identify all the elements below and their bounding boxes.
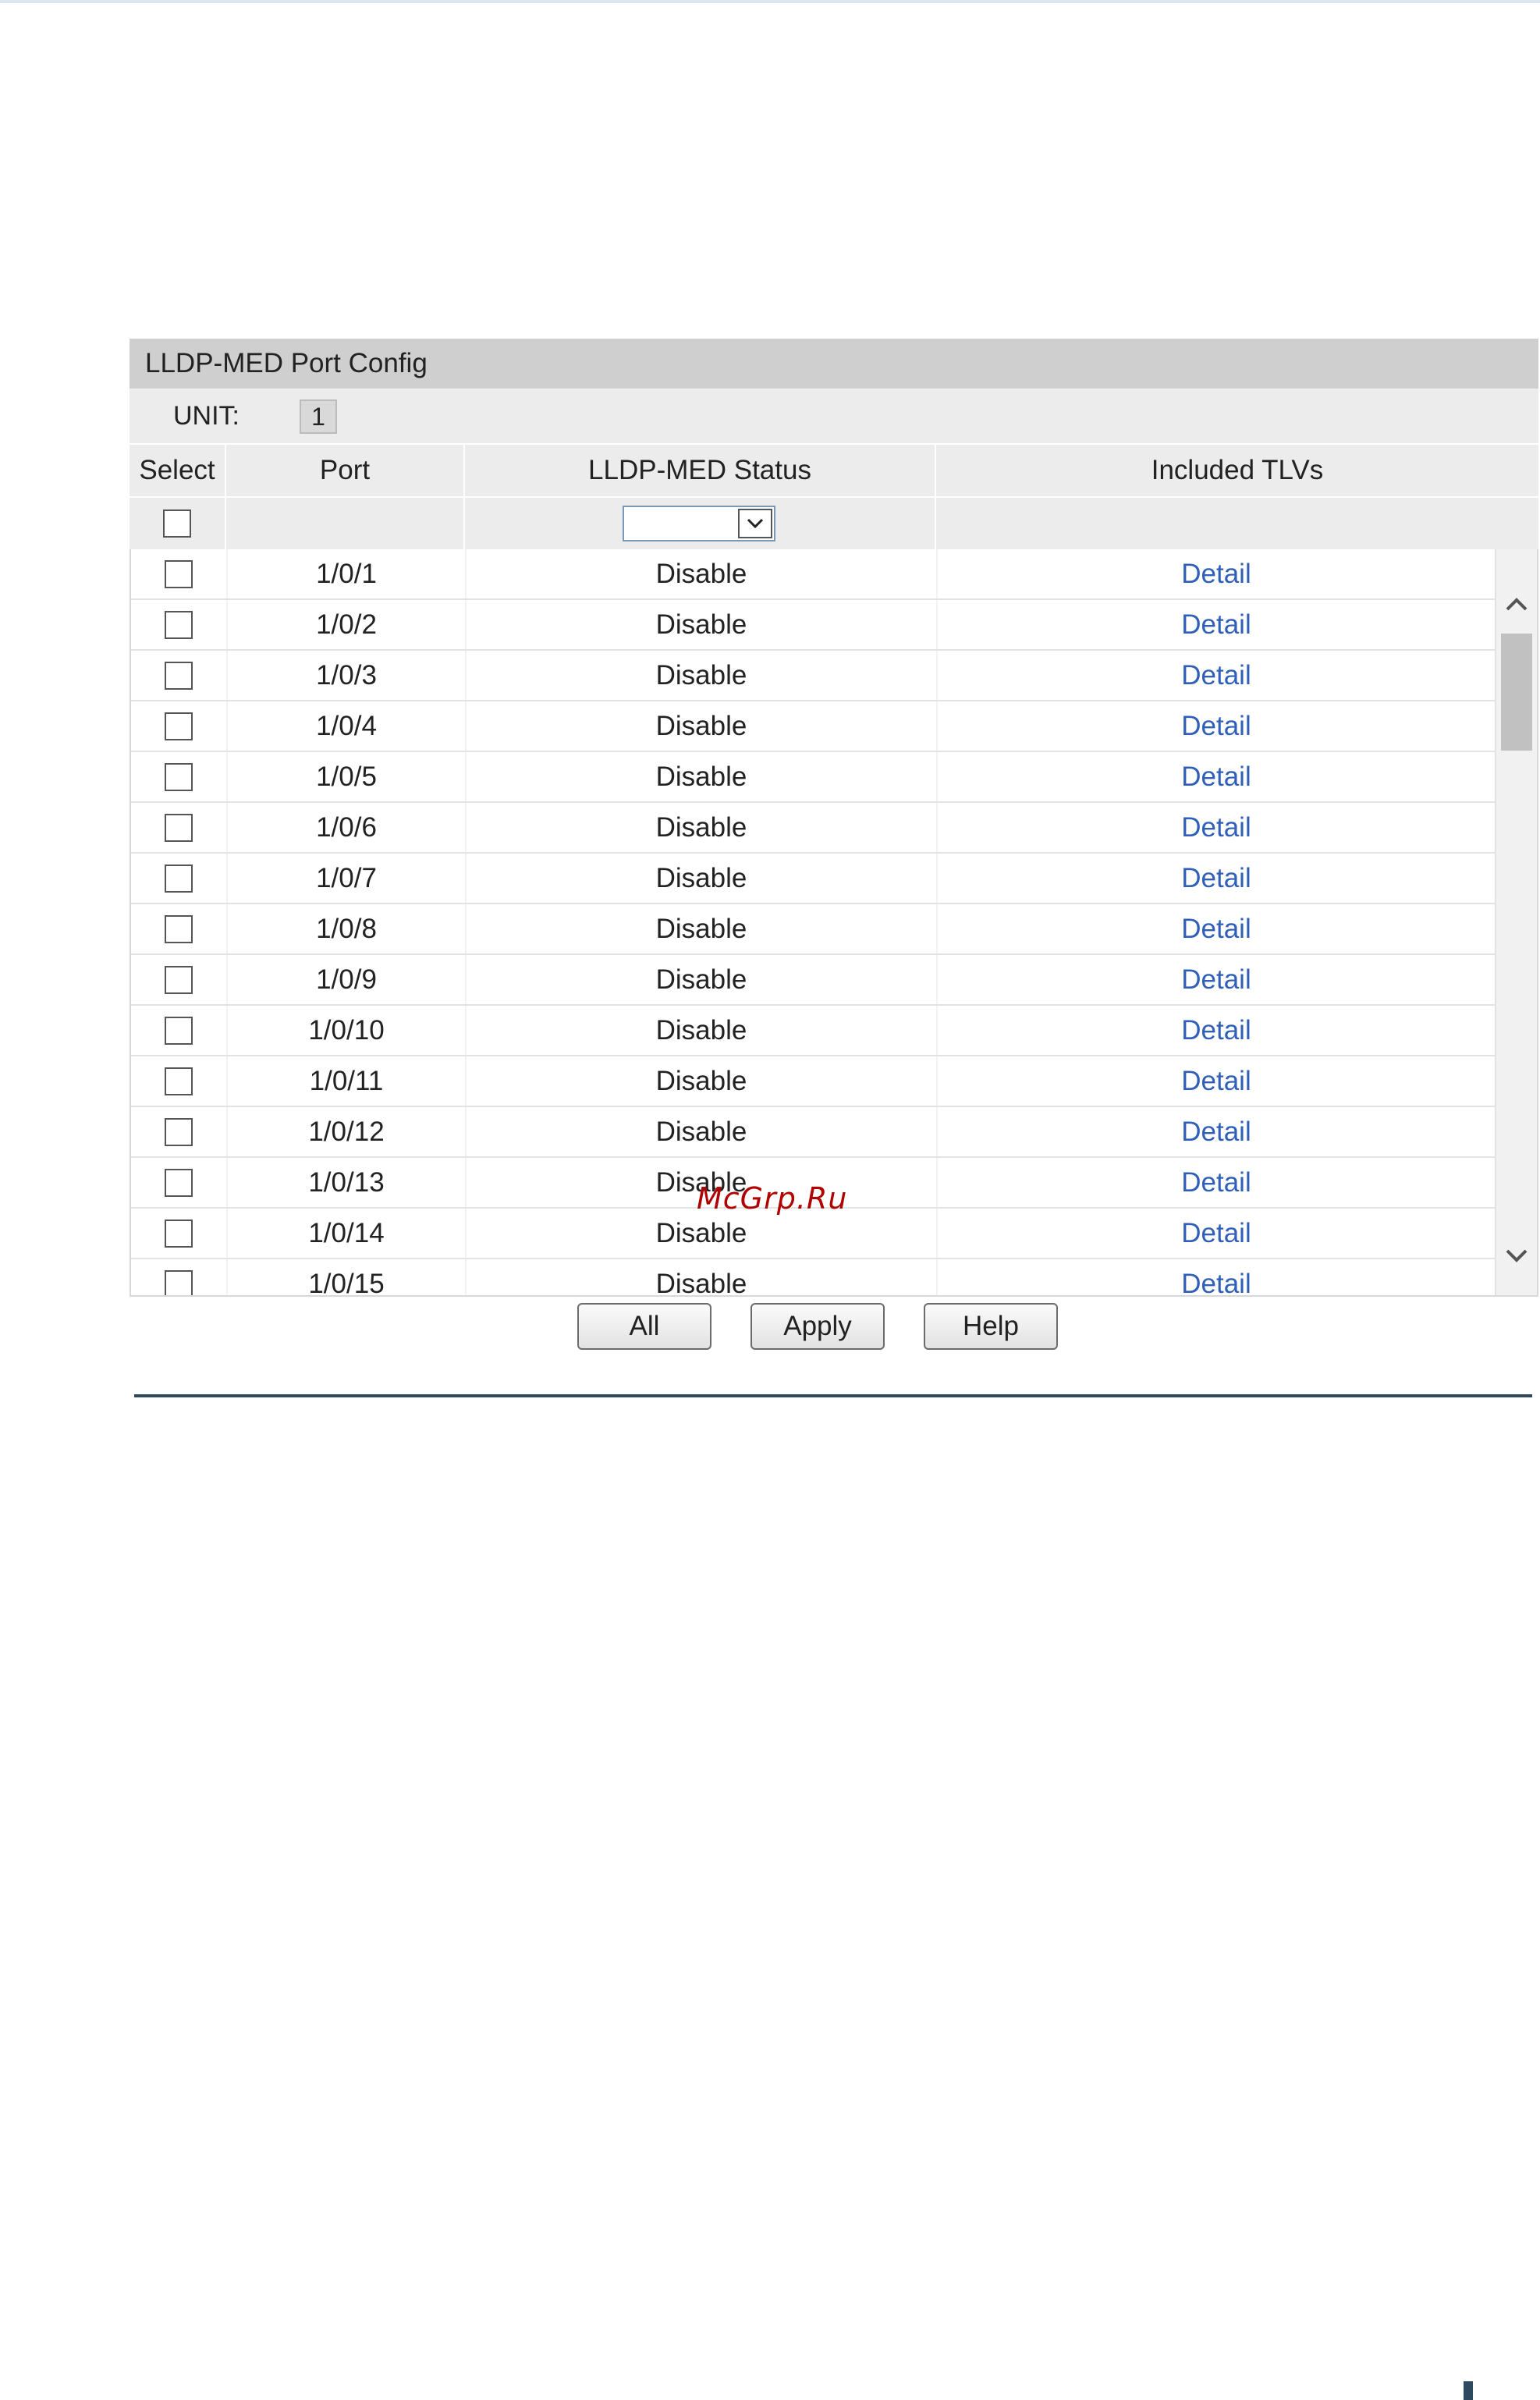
detail-link[interactable]: Detail: [1181, 559, 1251, 590]
port-cell: 1/0/6: [228, 803, 467, 852]
port-cell: 1/0/3: [228, 651, 467, 700]
table-row: 1/0/11 Disable Detail: [131, 1056, 1495, 1107]
port-cell: 1/0/2: [228, 600, 467, 649]
row-select-checkbox[interactable]: [165, 1016, 193, 1045]
port-cell: 1/0/7: [228, 854, 467, 903]
row-select-checkbox[interactable]: [165, 610, 193, 639]
status-cell: Disable: [467, 1006, 938, 1055]
port-cell: 1/0/12: [228, 1107, 467, 1156]
table-row: 1/0/4 Disable Detail: [131, 701, 1495, 752]
table-row: 1/0/7 Disable Detail: [131, 854, 1495, 904]
vertical-scrollbar[interactable]: [1495, 549, 1537, 1295]
status-cell: Disable: [467, 1107, 938, 1156]
port-cell: 1/0/11: [228, 1056, 467, 1106]
table-row: 1/0/6 Disable Detail: [131, 803, 1495, 854]
port-cell: 1/0/10: [228, 1006, 467, 1055]
panel-title: LLDP-MED Port Config: [130, 339, 1538, 389]
apply-button[interactable]: Apply: [750, 1303, 885, 1350]
port-cell: 1/0/5: [228, 752, 467, 801]
port-cell: 1/0/14: [228, 1209, 467, 1258]
status-cell: Disable: [467, 1259, 938, 1295]
port-cell: 1/0/4: [228, 701, 467, 751]
row-select-checkbox[interactable]: [165, 965, 193, 994]
status-cell: Disable: [467, 1056, 938, 1106]
detail-link[interactable]: Detail: [1181, 762, 1251, 793]
row-select-checkbox[interactable]: [165, 813, 193, 842]
status-cell: Disable: [467, 651, 938, 700]
header-select: Select: [130, 445, 226, 496]
table-row: 1/0/9 Disable Detail: [131, 955, 1495, 1006]
detail-link[interactable]: Detail: [1181, 863, 1251, 894]
lldp-med-port-config-panel: LLDP-MED Port Config UNIT: 1 Select Port…: [130, 339, 1538, 1350]
row-select-checkbox[interactable]: [165, 712, 193, 740]
status-cell: Disable: [467, 600, 938, 649]
status-cell: Disable: [467, 752, 938, 801]
chevron-down-icon[interactable]: [738, 509, 772, 538]
all-button[interactable]: All: [577, 1303, 711, 1350]
scrollbar-thumb[interactable]: [1501, 634, 1532, 751]
detail-link[interactable]: Detail: [1181, 1066, 1251, 1097]
status-cell: Disable: [467, 955, 938, 1004]
table-row: 1/0/15 Disable Detail: [131, 1259, 1495, 1296]
table-header: Select Port LLDP-MED Status Included TLV…: [130, 443, 1538, 496]
select-all-checkbox[interactable]: [163, 509, 191, 538]
port-cell: 1/0/13: [228, 1158, 467, 1207]
row-select-checkbox[interactable]: [165, 1117, 193, 1146]
detail-link[interactable]: Detail: [1181, 609, 1251, 641]
row-select-checkbox[interactable]: [165, 1168, 193, 1197]
detail-link[interactable]: Detail: [1181, 914, 1251, 945]
row-select-checkbox[interactable]: [165, 1067, 193, 1095]
table-row: 1/0/3 Disable Detail: [131, 651, 1495, 701]
scroll-down-icon[interactable]: [1496, 1233, 1537, 1280]
detail-link[interactable]: Detail: [1181, 660, 1251, 691]
header-port: Port: [226, 445, 465, 496]
unit-label: UNIT:: [173, 401, 240, 431]
header-included-tlvs: Included TLVs: [1151, 455, 1324, 485]
table-row: 1/0/10 Disable Detail: [131, 1006, 1495, 1056]
table-row: 1/0/5 Disable Detail: [131, 752, 1495, 803]
status-filter-select[interactable]: [623, 506, 775, 541]
row-select-checkbox[interactable]: [165, 914, 193, 943]
bottom-divider: [134, 1394, 1532, 1397]
top-divider: [0, 0, 1540, 3]
status-cell: Disable: [467, 803, 938, 852]
row-select-checkbox[interactable]: [165, 559, 193, 588]
header-lldp-med-status: LLDP-MED Status: [465, 445, 936, 496]
port-cell: 1/0/8: [228, 904, 467, 953]
row-select-checkbox[interactable]: [165, 762, 193, 791]
port-cell: 1/0/1: [228, 549, 467, 598]
help-button[interactable]: Help: [924, 1303, 1058, 1350]
detail-link[interactable]: Detail: [1181, 1167, 1251, 1198]
row-select-checkbox[interactable]: [165, 1219, 193, 1248]
port-cell: 1/0/9: [228, 955, 467, 1004]
detail-link[interactable]: Detail: [1181, 1117, 1251, 1148]
page-corner-mark: [1464, 2381, 1473, 2400]
row-select-checkbox[interactable]: [165, 1269, 193, 1295]
scroll-up-icon[interactable]: [1496, 580, 1537, 627]
status-cell: Disable: [467, 1209, 938, 1258]
status-cell: Disable: [467, 854, 938, 903]
status-cell: Disable: [467, 701, 938, 751]
row-select-checkbox[interactable]: [165, 864, 193, 893]
detail-link[interactable]: Detail: [1181, 1269, 1251, 1296]
detail-link[interactable]: Detail: [1181, 812, 1251, 843]
table-row: 1/0/14 Disable Detail: [131, 1209, 1495, 1259]
detail-link[interactable]: Detail: [1181, 1015, 1251, 1046]
unit-row: UNIT: 1: [130, 389, 1538, 443]
table-row: 1/0/1 Disable Detail: [131, 549, 1495, 600]
filter-row: [130, 496, 1538, 549]
table-row: 1/0/2 Disable Detail: [131, 600, 1495, 651]
detail-link[interactable]: Detail: [1181, 1218, 1251, 1249]
status-cell: Disable: [467, 904, 938, 953]
row-select-checkbox[interactable]: [165, 661, 193, 690]
action-buttons: All Apply Help: [130, 1303, 1538, 1353]
detail-link[interactable]: Detail: [1181, 711, 1251, 742]
port-cell: 1/0/15: [228, 1259, 467, 1295]
status-cell: Disable: [467, 549, 938, 598]
table-row: 1/0/12 Disable Detail: [131, 1107, 1495, 1158]
table-row: 1/0/8 Disable Detail: [131, 904, 1495, 955]
unit-1-button[interactable]: 1: [300, 399, 337, 434]
detail-link[interactable]: Detail: [1181, 964, 1251, 996]
watermark: McGrp.Ru: [697, 1181, 848, 1216]
